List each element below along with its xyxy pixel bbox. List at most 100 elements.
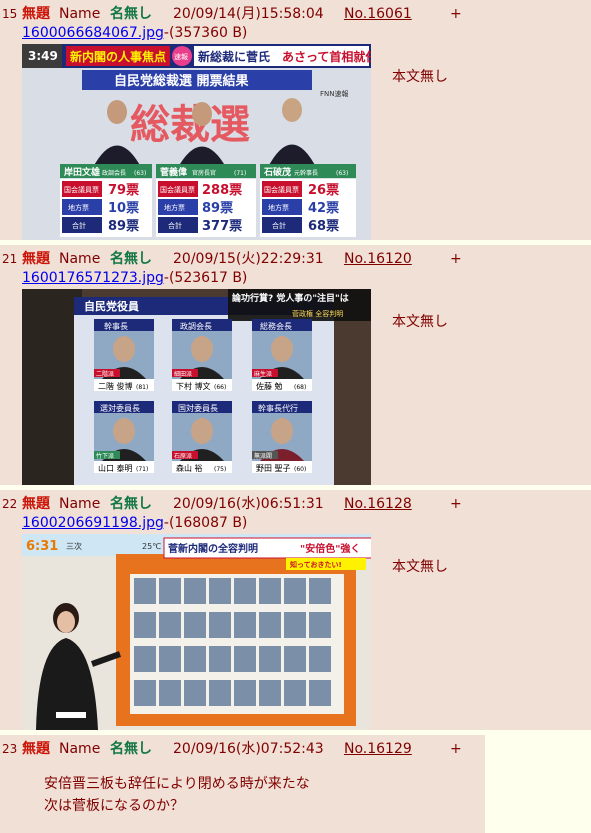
svg-text:(66): (66) (214, 384, 226, 391)
post-body: 安倍晋三板も辞任により閉める時が来たな 次は菅板になるのか？ (44, 773, 310, 817)
svg-text:(71): (71) (136, 466, 148, 473)
svg-text:官房長官: 官房長官 (192, 169, 216, 177)
svg-text:国会議員票: 国会議員票 (264, 185, 299, 194)
officer-card: 幹事長代行 無派閥 野田 聖子 (60) (252, 401, 312, 473)
post-22: 22 無題 Name 名無し 20/09/16(水)06:51:31 No.16… (0, 490, 591, 730)
svg-text:無派閥: 無派閥 (254, 452, 272, 460)
name-label: Name (59, 496, 101, 512)
image-headline-1: 菅新内閣の全容判明 (168, 542, 258, 555)
svg-text:佐藤 勉: 佐藤 勉 (256, 381, 283, 391)
svg-text:二階 俊博: 二階 俊博 (98, 381, 133, 391)
image-time: 6:31 (26, 539, 58, 554)
candidate-panel-3: 石破茂 元幹事長 (63) 国会議員票 26票 地方票 42票 合計 68票 (260, 164, 356, 237)
poster-name: 名無し (110, 496, 152, 512)
candidate-panel-2: 菅義偉 官房長官 (71) 国会議員票 288票 地方票 89票 合計 377票 (156, 164, 256, 237)
svg-text:地方票: 地方票 (68, 203, 89, 212)
post-body-line: 次は菅板になるのか？ (44, 798, 184, 814)
file-info: 1600206691198.jpg-(168087 B) (22, 514, 247, 532)
post-subject: 無題 (22, 496, 50, 512)
svg-text:89票: 89票 (108, 218, 139, 234)
svg-text:(68): (68) (294, 384, 306, 391)
svg-text:79票: 79票 (108, 182, 139, 198)
svg-text:(63): (63) (336, 170, 348, 177)
post-image-thumbnail[interactable]: 6:31 三次 25℃ 菅新内閣の全容判明 "安倍色"強く 知っておきたい! (22, 534, 371, 730)
post-subject: 無題 (22, 251, 50, 267)
post-number-link[interactable]: No.16061 (344, 4, 412, 24)
post-subject: 無題 (22, 741, 50, 757)
svg-text:10票: 10票 (108, 200, 139, 216)
file-link[interactable]: 1600206691198.jpg (22, 515, 164, 531)
image-caption-sub: 菅政権 全容判明 (292, 309, 343, 318)
file-link[interactable]: 1600176571273.jpg (22, 270, 164, 286)
image-tag-3: あさって首相就任 (282, 49, 371, 64)
svg-text:石破茂: 石破茂 (263, 166, 291, 178)
post-datetime: 20/09/15(火)22:29:31 (173, 251, 324, 267)
svg-text:下村 博文: 下村 博文 (176, 381, 211, 391)
svg-text:26票: 26票 (308, 182, 339, 198)
svg-text:竹下派: 竹下派 (96, 452, 114, 460)
file-info: 1600066684067.jpg-(357360 B) (22, 24, 247, 42)
svg-text:(60): (60) (294, 466, 306, 473)
post-image-thumbnail[interactable]: 自民党役員 論功行賞? 党人事の"注目"は 菅政権 全容判明 幹事長 二階派 二… (22, 289, 371, 485)
candidate-panel-1: 岸田文雄 政調会長 (63) 国会議員票 79票 地方票 10票 合計 89票 (60, 164, 152, 237)
post-menu-button[interactable]: + (450, 739, 462, 759)
image-location: 三次 (66, 541, 82, 551)
post-body: 本文無し (392, 559, 448, 575)
svg-text:68票: 68票 (308, 218, 339, 234)
svg-text:森山 裕: 森山 裕 (176, 463, 203, 473)
svg-text:地方票: 地方票 (268, 203, 289, 212)
svg-text:菅義偉: 菅義偉 (160, 166, 187, 178)
officer-card: 選対委員長 竹下派 山口 泰明 (71) (94, 401, 154, 473)
post-index: 22 (2, 497, 18, 511)
svg-text:377票: 377票 (202, 218, 242, 234)
name-label: Name (59, 6, 101, 22)
image-note: 知っておきたい! (289, 560, 342, 569)
post-body-line: 安倍晋三板も辞任により閉める時が来たな (44, 776, 310, 792)
svg-text:(63): (63) (134, 170, 146, 177)
post-datetime: 20/09/16(水)06:51:31 (173, 496, 324, 512)
officer-card: 総務会長 麻生派 佐藤 勉 (68) (252, 319, 312, 391)
post-number-link[interactable]: No.16129 (344, 739, 412, 759)
post-index: 15 (2, 7, 18, 21)
svg-text:麻生派: 麻生派 (254, 370, 272, 378)
svg-text:42票: 42票 (308, 200, 339, 216)
post-menu-button[interactable]: + (450, 4, 462, 24)
image-time: 3:49 (28, 49, 58, 63)
post-number-link[interactable]: No.16120 (344, 249, 412, 269)
svg-text:山口 泰明: 山口 泰明 (98, 463, 133, 473)
post-index: 21 (2, 252, 18, 266)
election-results-image: 3:49 新内閣の人事焦点 速報 新総裁に菅氏 あさって首相就任 FNN速報 自… (22, 44, 371, 240)
svg-text:合計: 合計 (168, 221, 182, 230)
svg-text:政調会長: 政調会長 (102, 169, 126, 177)
svg-text:合計: 合計 (72, 221, 86, 230)
svg-text:岸田文雄: 岸田文雄 (64, 166, 100, 178)
post-datetime: 20/09/16(水)07:52:43 (173, 741, 324, 757)
file-size: -(523617 B) (163, 270, 248, 286)
post-number-link[interactable]: No.16128 (344, 494, 412, 514)
svg-text:幹事長: 幹事長 (104, 321, 128, 331)
image-headline-2: "安倍色"強く (300, 542, 360, 555)
image-tag-1: 新内閣の人事焦点 (70, 49, 166, 64)
svg-text:(75): (75) (214, 466, 226, 473)
post-datetime: 20/09/14(月)15:58:04 (173, 6, 324, 22)
party-officers-image: 自民党役員 論功行賞? 党人事の"注目"は 菅政権 全容判明 幹事長 二階派 二… (22, 289, 371, 485)
post-subject: 無題 (22, 6, 50, 22)
poster-name: 名無し (110, 741, 152, 757)
svg-text:89票: 89票 (202, 200, 233, 216)
svg-text:国会議員票: 国会議員票 (64, 185, 99, 194)
post-23: 23 無題 Name 名無し 20/09/16(水)07:52:43 No.16… (0, 735, 485, 833)
poster-name: 名無し (110, 251, 152, 267)
post-15: 15 無題 Name 名無し 20/09/14(月)15:58:04 No.16… (0, 0, 591, 240)
file-info: 1600176571273.jpg-(523617 B) (22, 269, 247, 287)
officer-card: 国対委員長 石原派 森山 裕 (75) (172, 401, 232, 473)
post-menu-button[interactable]: + (450, 249, 462, 269)
svg-text:(71): (71) (234, 170, 246, 177)
cabinet-board-image: 6:31 三次 25℃ 菅新内閣の全容判明 "安倍色"強く 知っておきたい! (22, 534, 371, 730)
image-network: FNN速報 (320, 90, 349, 98)
post-image-thumbnail[interactable]: 3:49 新内閣の人事焦点 速報 新総裁に菅氏 あさって首相就任 FNN速報 自… (22, 44, 371, 240)
svg-text:国会議員票: 国会議員票 (160, 185, 195, 194)
svg-text:石原派: 石原派 (174, 453, 192, 460)
name-label: Name (59, 251, 101, 267)
file-link[interactable]: 1600066684067.jpg (22, 25, 164, 41)
post-menu-button[interactable]: + (450, 494, 462, 514)
